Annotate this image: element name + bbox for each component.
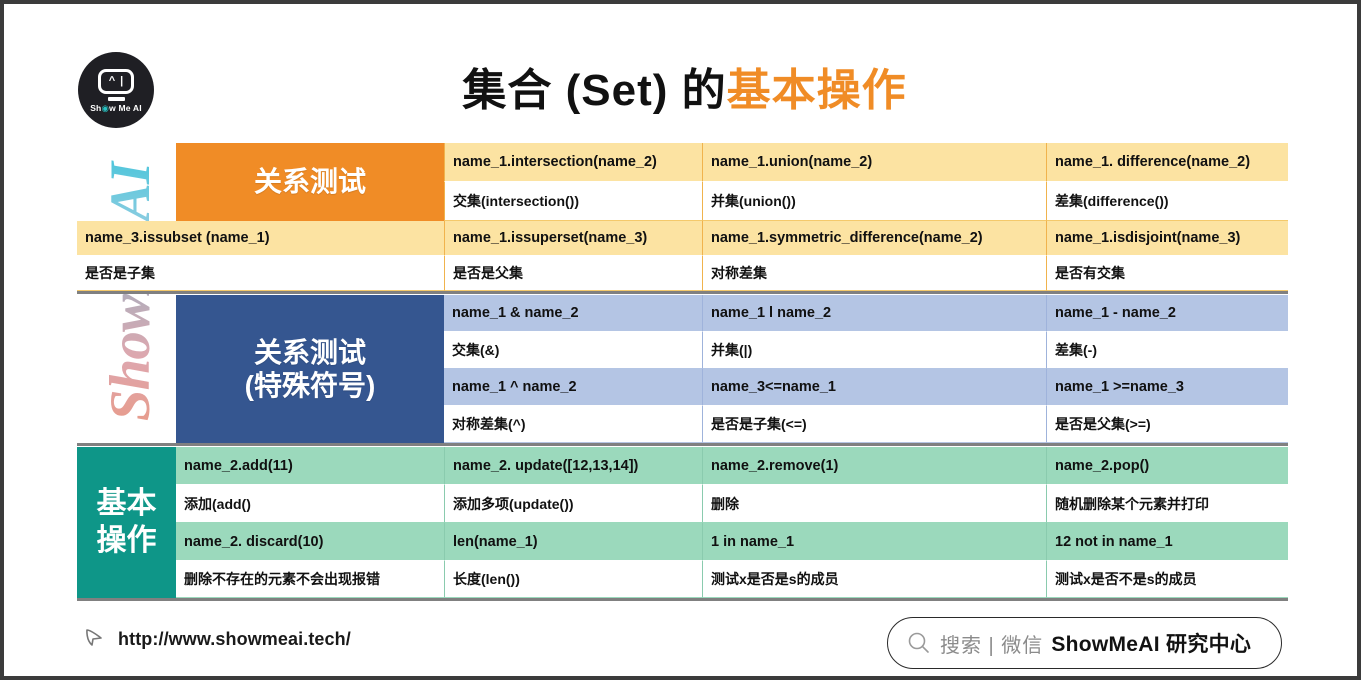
table-cell-code: 1 in name_1	[702, 523, 1046, 561]
section-relation-test: name_1.intersection(name_2) name_1.union…	[77, 143, 1288, 291]
table-cell-desc: 添加多项(update())	[444, 485, 702, 523]
slide-canvas: ^ | Sh◉w Me AI 集合 (Set) 的基本操作 ShowMeAI n…	[0, 0, 1361, 680]
table-cell-desc: 是否是子集	[77, 256, 444, 291]
section-relation-test-symbols-grid: name_1 & name_2 name_1 l name_2 name_1 -…	[444, 295, 1288, 443]
robot-eye-left-icon: ^	[108, 74, 116, 87]
section-divider	[77, 443, 1288, 446]
set-operations-table: name_1.intersection(name_2) name_1.union…	[77, 143, 1288, 601]
table-cell-code: name_1 - name_2	[1046, 295, 1288, 332]
section-divider	[77, 291, 1288, 294]
logo-text: Sh◉w Me AI	[90, 102, 142, 113]
search-placeholder: 搜索 | 微信	[940, 634, 1044, 657]
section-header-relation-test: 关系测试	[176, 143, 444, 221]
table-cell-code: name_1.issuperset(name_3)	[444, 221, 702, 256]
table-cell-desc: 交集(intersection())	[444, 182, 702, 221]
table-cell-desc: 差集(difference())	[1046, 182, 1288, 221]
table-cell-desc: 添加(add()	[176, 485, 444, 523]
table-cell-code: name_2.add(11)	[176, 447, 444, 485]
table-cell-desc: 是否有交集	[1046, 256, 1288, 291]
footer-url-block[interactable]: http://www.showmeai.tech/	[82, 626, 351, 652]
table-cell-code: name_1 >=name_3	[1046, 369, 1288, 406]
section-divider	[77, 598, 1288, 601]
table-cell-desc: 测试x是否是s的成员	[702, 561, 1046, 598]
page-title-accent: 基本操作	[726, 66, 907, 115]
page-title-main: 集合 (Set) 的	[462, 66, 727, 115]
showmeai-logo: ^ | Sh◉w Me AI	[78, 52, 154, 128]
table-cell-code: name_3<=name_1	[702, 369, 1046, 406]
table-cell-code: len(name_1)	[444, 523, 702, 561]
table-cell-desc: 是否是子集(<=)	[702, 406, 1046, 443]
page-title: 集合 (Set) 的基本操作	[4, 54, 1361, 118]
table-cell-desc: 对称差集	[702, 256, 1046, 291]
search-brand-label: ShowMeAI 研究中心	[1051, 633, 1252, 656]
table-cell-desc: 差集(-)	[1046, 332, 1288, 369]
table-cell-desc: 随机删除某个元素并打印	[1046, 485, 1288, 523]
table-cell-desc: 删除不存在的元素不会出现报错	[176, 561, 444, 598]
section-relation-test-symbols: 关系测试 (特殊符号) name_1 & name_2 name_1 l nam…	[77, 295, 1288, 443]
table-cell-code: name_1 ^ name_2	[444, 369, 702, 406]
section-header-basic-operations: 基本 操作	[77, 447, 176, 598]
table-cell-code: name_1.isdisjoint(name_3)	[1046, 221, 1288, 256]
section-header-line1: 关系测试	[253, 336, 366, 368]
table-cell-desc: 长度(len())	[444, 561, 702, 598]
table-cell-code: name_2. update([12,13,14])	[444, 447, 702, 485]
table-cell-desc: 删除	[702, 485, 1046, 523]
table-cell-code: name_2. discard(10)	[176, 523, 444, 561]
table-cell-code: name_1.symmetric_difference(name_2)	[702, 221, 1046, 256]
search-icon	[908, 632, 929, 653]
section-basic-operations-grid: name_2.add(11) name_2. update([12,13,14]…	[176, 447, 1288, 598]
section-header-line2: 操作	[96, 523, 157, 557]
section-header-relation-test-symbols: 关系测试 (特殊符号)	[176, 295, 444, 443]
table-cell-code: name_2.remove(1)	[702, 447, 1046, 485]
table-cell-desc: 测试x是否不是s的成员	[1046, 561, 1288, 598]
robot-eye-right-icon: |	[120, 74, 124, 87]
table-cell-desc: 是否是父集(>=)	[1046, 406, 1288, 443]
section-basic-operations: 基本 操作 name_2.add(11) name_2. update([12,…	[77, 447, 1288, 598]
table-cell-code: name_2.pop()	[1046, 447, 1288, 485]
footer-url-text[interactable]: http://www.showmeai.tech/	[118, 629, 351, 650]
table-cell-code: name_1.intersection(name_2)	[444, 143, 702, 182]
section-header-line1: 基本	[96, 486, 157, 520]
robot-neck-icon	[107, 96, 125, 101]
table-cell-code: name_1. difference(name_2)	[1046, 143, 1288, 182]
cursor-arrow-icon	[86, 629, 102, 646]
table-cell-desc: 并集(union())	[702, 182, 1046, 221]
table-cell-code: name_3.issubset (name_1)	[77, 221, 444, 256]
table-cell-code: 12 not in name_1	[1046, 523, 1288, 561]
robot-face-icon: ^ |	[98, 68, 134, 94]
table-cell-desc: 对称差集(^)	[444, 406, 702, 443]
wechat-search-box[interactable]: 搜索 | 微信 ShowMeAI 研究中心	[887, 617, 1282, 669]
table-cell-code: name_1.union(name_2)	[702, 143, 1046, 182]
section-header-line2: (特殊符号)	[244, 370, 376, 401]
table-cell-code: name_1 l name_2	[702, 295, 1046, 332]
table-cell-code: name_1 & name_2	[444, 295, 702, 332]
table-cell-desc: 是否是父集	[444, 256, 702, 291]
table-cell-desc: 交集(&)	[444, 332, 702, 369]
table-cell-desc: 并集(|)	[702, 332, 1046, 369]
